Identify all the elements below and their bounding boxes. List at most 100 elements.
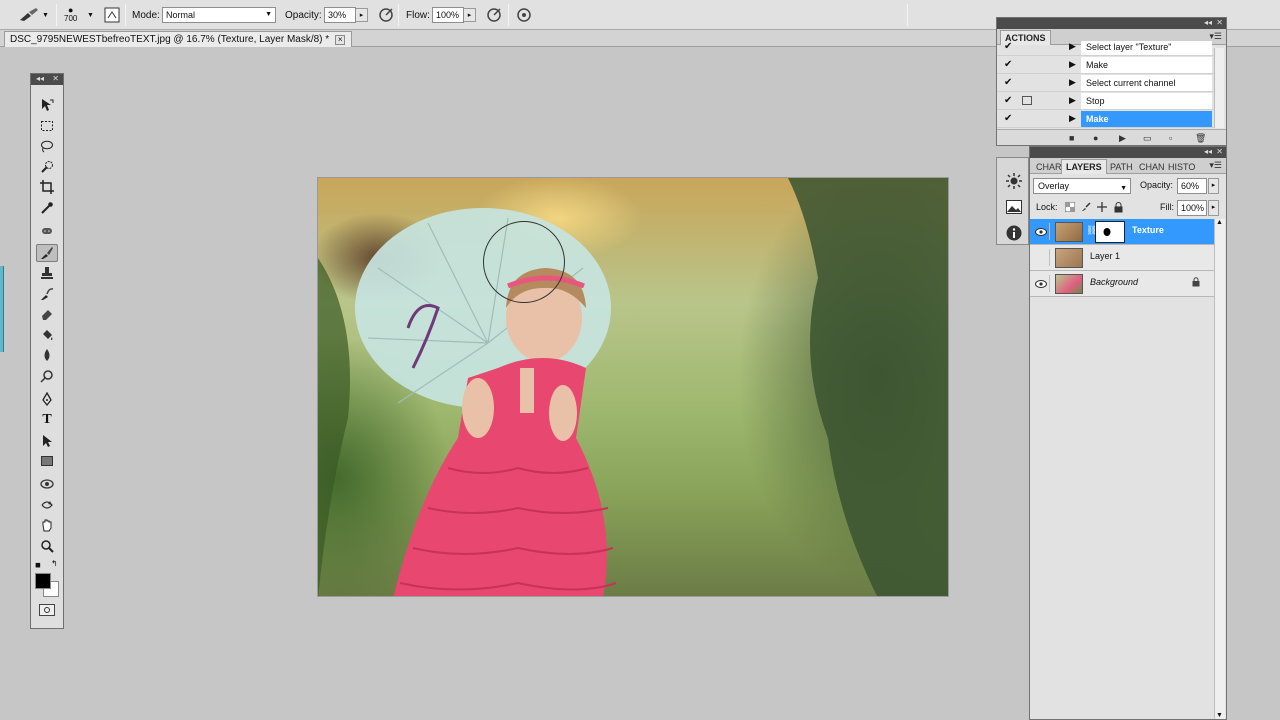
foreground-color-swatch[interactable] (35, 573, 51, 589)
dialog-toggle-icon[interactable] (1022, 96, 1032, 105)
new-action-icon[interactable]: ▫ (1169, 133, 1172, 143)
clone-stamp-tool[interactable] (36, 264, 58, 282)
blur-tool[interactable] (36, 346, 58, 364)
layer-thumbnail[interactable] (1055, 248, 1083, 268)
tab-history[interactable]: HISTO (1164, 159, 1199, 174)
flow-slider-toggle[interactable]: ▸ (464, 8, 476, 22)
layer-thumbnail[interactable] (1055, 274, 1083, 294)
fill-slider-toggle[interactable]: ▸ (1208, 200, 1219, 216)
quick-mask-button[interactable] (39, 604, 55, 616)
info-button[interactable] (1005, 224, 1023, 242)
brush-size-picker[interactable]: ● 700 (64, 0, 77, 30)
action-step[interactable]: ✔ ▶ Make (997, 56, 1214, 74)
brush-tool[interactable] (36, 244, 58, 262)
layers-scrollbar[interactable]: ▲ ▼ (1214, 219, 1225, 719)
lock-all-button[interactable] (1112, 201, 1124, 213)
close-icon[interactable]: ✕ (1216, 147, 1223, 157)
eye-icon[interactable] (1033, 275, 1050, 292)
opacity-input[interactable]: 30% (324, 7, 356, 23)
check-icon[interactable]: ✔ (1004, 95, 1012, 106)
rectangle-tool[interactable] (36, 452, 58, 470)
hand-tool[interactable] (36, 516, 58, 534)
type-tool[interactable]: T (36, 411, 58, 429)
pen-tool[interactable] (36, 390, 58, 408)
mode-dropdown[interactable]: Normal ▼ (162, 7, 276, 23)
expand-triangle-icon[interactable]: ▶ (1069, 41, 1076, 52)
action-step[interactable]: ✔ ▶ Select layer "Texture" (997, 41, 1214, 56)
layer-row-texture[interactable]: ⛓ Texture (1030, 219, 1214, 245)
lock-transparent-button[interactable] (1064, 201, 1076, 213)
layer-name[interactable]: Layer 1 (1090, 251, 1120, 261)
layer-mask-thumbnail[interactable] (1095, 221, 1125, 243)
blend-mode-dropdown[interactable]: Overlay ▼ (1033, 178, 1131, 194)
3d-orbit-tool[interactable] (36, 496, 58, 514)
check-icon[interactable]: ✔ (1004, 41, 1012, 52)
paint-bucket-tool[interactable] (36, 326, 58, 344)
crop-tool[interactable] (36, 178, 58, 196)
action-step[interactable]: ✔ ▶ Select current channel (997, 74, 1214, 92)
tab-layers[interactable]: LAYERS (1061, 159, 1107, 174)
opacity-slider-toggle[interactable]: ▸ (356, 8, 368, 22)
scroll-up-icon[interactable]: ▲ (1216, 219, 1223, 226)
brush-size-dropdown[interactable]: ▼ (87, 0, 94, 30)
path-select-tool[interactable] (36, 432, 58, 450)
layer-row-layer1[interactable]: Layer 1 (1030, 245, 1214, 271)
quick-select-tool[interactable] (36, 158, 58, 176)
flow-input[interactable]: 100% (432, 7, 464, 23)
fill-input[interactable]: 100% (1177, 200, 1207, 216)
check-icon[interactable]: ✔ (1004, 113, 1012, 124)
tab-paths[interactable]: PATH (1106, 159, 1137, 174)
record-icon[interactable]: ● (1093, 133, 1098, 143)
eye-icon[interactable] (1033, 223, 1050, 240)
eyedropper-tool[interactable] (36, 199, 58, 217)
tool-preset-picker[interactable]: ▼ (18, 0, 49, 30)
default-colors-icon[interactable]: ◼ (35, 561, 41, 569)
move-tool[interactable] (36, 96, 58, 114)
new-set-icon[interactable]: ▭ (1143, 133, 1152, 144)
layer-opacity-input[interactable]: 60% (1177, 178, 1207, 194)
adjustments-button[interactable] (1005, 172, 1023, 190)
lock-pixels-button[interactable] (1080, 201, 1092, 213)
airbrush-toggle[interactable] (486, 0, 502, 30)
document-tab[interactable]: DSC_9795NEWESTbefreoTEXT.jpg @ 16.7% (Te… (4, 31, 353, 47)
close-icon[interactable]: × (335, 34, 346, 45)
stop-icon[interactable]: ■ (1069, 133, 1074, 143)
healing-brush-tool[interactable] (36, 222, 58, 240)
history-brush-tool[interactable] (36, 285, 58, 303)
play-icon[interactable]: ▶ (1119, 133, 1126, 144)
masks-button[interactable] (1005, 198, 1023, 216)
lasso-tool[interactable] (36, 137, 58, 155)
layer-name[interactable]: Texture (1132, 225, 1164, 235)
action-step-selected[interactable]: ✔ ▶ Make (997, 110, 1214, 128)
tools-panel-header[interactable]: ◂◂ ✕ (31, 74, 63, 85)
check-icon[interactable]: ✔ (1004, 77, 1012, 88)
pressure-size-toggle[interactable] (516, 0, 532, 30)
trash-icon[interactable]: 🗑 (1195, 133, 1206, 144)
eye-hidden-icon[interactable] (1033, 249, 1050, 266)
lock-position-button[interactable] (1096, 201, 1108, 213)
eraser-tool[interactable] (36, 305, 58, 323)
collapse-icon[interactable]: ◂◂ (1204, 18, 1212, 28)
opacity-slider-toggle[interactable]: ▸ (1208, 178, 1219, 194)
close-icon[interactable]: ✕ (1216, 18, 1223, 28)
layers-panel-header[interactable]: ◂◂ ✕ (1030, 147, 1226, 158)
check-icon[interactable]: ✔ (1004, 59, 1012, 70)
layer-name[interactable]: Background (1090, 277, 1138, 287)
layer-thumbnail[interactable] (1055, 222, 1083, 242)
scroll-down-icon[interactable]: ▼ (1216, 712, 1223, 719)
expand-triangle-icon[interactable]: ▶ (1069, 59, 1076, 70)
collapse-icon[interactable]: ◂◂ (36, 74, 44, 84)
expand-triangle-icon[interactable]: ▶ (1069, 95, 1076, 106)
marquee-tool[interactable] (36, 117, 58, 135)
airbrush-opacity-toggle[interactable] (378, 0, 394, 30)
swap-colors-icon[interactable]: ↰ (51, 559, 58, 568)
actions-panel-header[interactable]: ◂◂ ✕ (997, 18, 1226, 29)
brush-panel-toggle[interactable] (104, 0, 120, 30)
document-canvas[interactable] (317, 177, 949, 597)
3d-rotate-tool[interactable] (36, 475, 58, 493)
layer-row-background[interactable]: Background (1030, 271, 1214, 297)
zoom-tool[interactable] (36, 537, 58, 555)
expand-triangle-icon[interactable]: ▶ (1069, 113, 1076, 124)
expand-triangle-icon[interactable]: ▶ (1069, 77, 1076, 88)
collapse-icon[interactable]: ◂◂ (1204, 147, 1212, 157)
